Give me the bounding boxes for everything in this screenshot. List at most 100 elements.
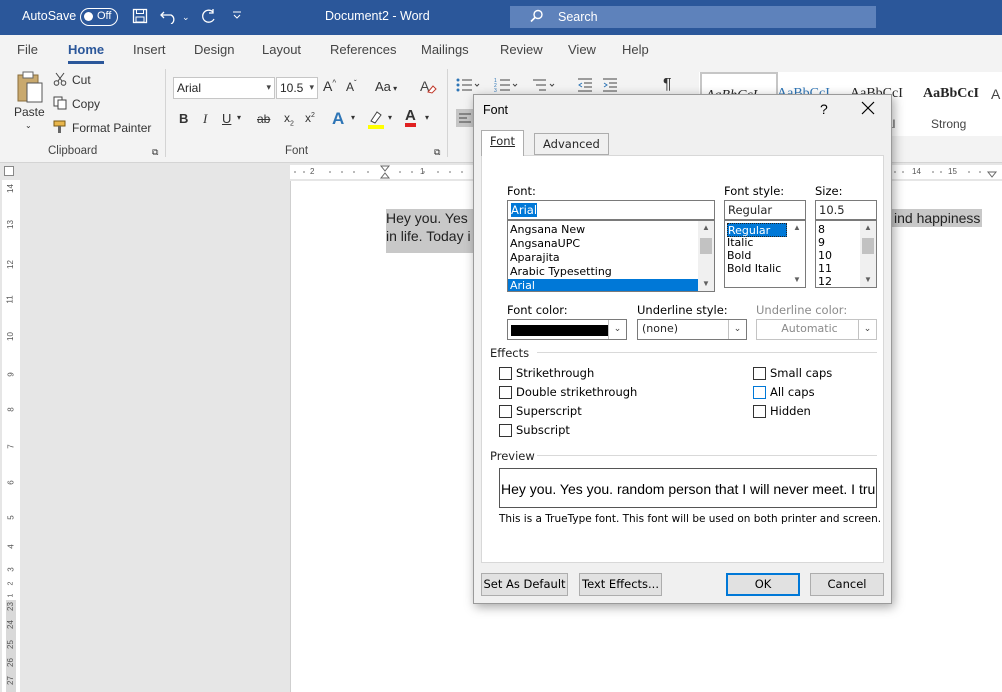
- scroll-thumb[interactable]: [862, 238, 874, 254]
- list-item[interactable]: AngsanaUPC: [510, 237, 580, 251]
- strikethrough-checkbox[interactable]: [499, 367, 512, 380]
- list-item-selected[interactable]: Arial: [508, 279, 698, 291]
- clear-formatting-icon[interactable]: A: [419, 77, 437, 98]
- underline-button[interactable]: U: [222, 111, 231, 126]
- font-name-list[interactable]: Angsana New AngsanaUPC Aparajita Arabic …: [507, 220, 715, 292]
- hidden-checkbox[interactable]: [753, 405, 766, 418]
- font-style-input[interactable]: Regular: [724, 200, 806, 220]
- align-left-icon[interactable]: [456, 109, 474, 130]
- tab-layout[interactable]: Layout: [262, 42, 301, 57]
- ok-button[interactable]: OK: [726, 573, 800, 596]
- cut-button[interactable]: Cut: [72, 73, 91, 87]
- undo-dropdown-icon[interactable]: ⌄: [182, 8, 190, 26]
- scroll-down-icon[interactable]: ▼: [860, 273, 876, 287]
- ruler-label: 12: [5, 260, 15, 269]
- close-icon[interactable]: [861, 101, 875, 118]
- tab-mailings[interactable]: Mailings: [421, 42, 469, 57]
- set-as-default-button[interactable]: Set As Default: [481, 573, 568, 596]
- copy-button[interactable]: Copy: [72, 97, 100, 111]
- list-item[interactable]: Bold: [727, 249, 751, 263]
- show-formatting-icon[interactable]: ¶: [663, 76, 672, 94]
- format-painter-button[interactable]: Format Painter: [72, 121, 151, 135]
- scroll-down-icon[interactable]: ▼: [698, 277, 714, 291]
- shrink-font-icon[interactable]: Aˇ: [346, 79, 357, 94]
- bold-button[interactable]: B: [179, 111, 188, 126]
- scrollbar[interactable]: ▲ ▼: [789, 221, 805, 287]
- ruler-label: 3: [6, 567, 16, 572]
- list-item[interactable]: Aparajita: [510, 251, 560, 265]
- vertical-ruler[interactable]: 14 13 12 11 10 9 8 7 6 5 4 3 2 1 23 24 2…: [2, 180, 20, 692]
- scroll-up-icon[interactable]: ▲: [789, 221, 805, 235]
- font-size-combo[interactable]: 10.5 ▾: [276, 77, 318, 99]
- customize-qat-icon[interactable]: [232, 8, 242, 28]
- list-item[interactable]: 11: [818, 262, 832, 276]
- subscript-button[interactable]: x2: [284, 111, 294, 127]
- save-icon[interactable]: [132, 8, 148, 29]
- list-item[interactable]: 8: [818, 223, 825, 237]
- tab-help[interactable]: Help: [622, 42, 649, 57]
- strikethrough-button[interactable]: ab: [257, 112, 270, 126]
- superscript-checkbox[interactable]: [499, 405, 512, 418]
- underline-style-dropdown[interactable]: (none) ⌄: [637, 319, 747, 340]
- tab-insert[interactable]: Insert: [133, 42, 166, 57]
- scroll-up-icon[interactable]: ▲: [698, 221, 714, 235]
- redo-icon[interactable]: [199, 8, 217, 29]
- tab-design[interactable]: Design: [194, 42, 234, 57]
- size-input[interactable]: 10.5: [815, 200, 877, 220]
- tab-advanced[interactable]: Advanced: [534, 133, 609, 155]
- font-color-icon[interactable]: A: [405, 108, 416, 127]
- highlight-icon[interactable]: [367, 109, 385, 132]
- grow-font-icon[interactable]: A^: [323, 78, 336, 94]
- font-name-combo[interactable]: Arial ▾: [173, 77, 275, 99]
- list-item[interactable]: 12: [818, 275, 832, 287]
- font-name-input[interactable]: Arial: [507, 200, 715, 220]
- chevron-down-icon[interactable]: ▾: [425, 113, 429, 122]
- cancel-button[interactable]: Cancel: [810, 573, 884, 596]
- underline-color-dropdown[interactable]: Automatic ⌄: [756, 319, 877, 340]
- scroll-down-icon[interactable]: ▼: [789, 273, 805, 287]
- text-effects-icon[interactable]: A: [332, 109, 344, 129]
- superscript-button[interactable]: x2: [305, 111, 315, 125]
- all-caps-checkbox[interactable]: [753, 386, 766, 399]
- tab-references[interactable]: References: [330, 42, 396, 57]
- scroll-up-icon[interactable]: ▲: [860, 221, 876, 235]
- font-style-list[interactable]: Regular Italic Bold Bold Italic ▲ ▼: [724, 220, 806, 288]
- list-item-selected[interactable]: Regular: [727, 223, 787, 237]
- text-effects-button[interactable]: Text Effects...: [579, 573, 662, 596]
- chevron-down-icon[interactable]: ▾: [388, 113, 392, 122]
- tab-review[interactable]: Review: [500, 42, 543, 57]
- tab-file[interactable]: File: [17, 42, 38, 57]
- font-launcher-icon[interactable]: ⧉: [434, 147, 440, 158]
- scrollbar[interactable]: ▲ ▼: [698, 221, 714, 291]
- subscript-checkbox[interactable]: [499, 424, 512, 437]
- scroll-thumb[interactable]: [700, 238, 712, 254]
- double-strikethrough-checkbox[interactable]: [499, 386, 512, 399]
- font-color-dropdown[interactable]: ⌄: [507, 319, 627, 340]
- list-item[interactable]: Angsana New: [510, 223, 585, 237]
- small-caps-checkbox[interactable]: [753, 367, 766, 380]
- underline-dropdown-icon[interactable]: ▾: [237, 113, 241, 122]
- autosave-toggle[interactable]: Off: [80, 8, 118, 26]
- list-item[interactable]: Bold Italic: [727, 262, 781, 276]
- change-case-button[interactable]: Aa ▾: [375, 79, 397, 94]
- scrollbar[interactable]: ▲ ▼: [860, 221, 876, 287]
- tab-selector-icon[interactable]: [4, 166, 14, 176]
- list-item[interactable]: 10: [818, 249, 832, 263]
- paste-button[interactable]: Paste ⌄: [12, 71, 48, 130]
- list-item[interactable]: Arabic Typesetting: [510, 265, 612, 279]
- style-strong[interactable]: AaBbCcI Strong: [919, 72, 997, 134]
- tab-home[interactable]: Home: [68, 42, 105, 64]
- size-list[interactable]: 8 9 10 11 12 ▲ ▼: [815, 220, 877, 288]
- all-caps-label: All caps: [770, 385, 815, 399]
- clipboard-launcher-icon[interactable]: ⧉: [152, 147, 158, 158]
- search-box[interactable]: Search: [510, 6, 876, 28]
- chevron-down-icon[interactable]: ▾: [351, 113, 355, 122]
- list-item[interactable]: Italic: [727, 236, 753, 250]
- help-icon[interactable]: ?: [820, 101, 828, 117]
- tab-font[interactable]: Font: [481, 130, 525, 156]
- italic-button[interactable]: I: [203, 111, 207, 127]
- list-item[interactable]: 9: [818, 236, 825, 250]
- tab-view[interactable]: View: [568, 42, 596, 57]
- undo-icon[interactable]: [160, 8, 178, 29]
- ruler-label: 27: [5, 676, 15, 685]
